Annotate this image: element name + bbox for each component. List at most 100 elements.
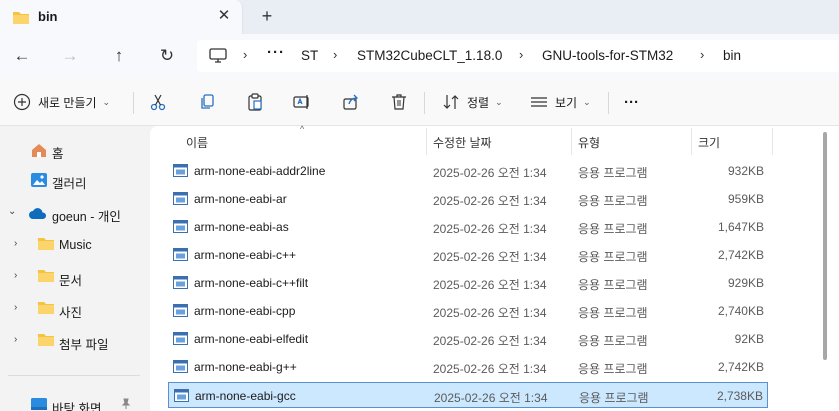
rename-button[interactable]: [292, 92, 312, 112]
sidebar-item-documents[interactable]: › 문서: [0, 264, 148, 290]
sidebar-item-label: 사진: [59, 306, 83, 320]
gallery-icon: [30, 171, 48, 192]
sidebar-item-label: 첨부 파일: [59, 338, 109, 352]
sidebar-item-gallery[interactable]: 갤러리: [0, 167, 148, 193]
table-row-selected[interactable]: arm-none-eabi-gcc 2025-02-26 오전 1:34 응용 …: [168, 382, 768, 408]
file-size: 929KB: [727, 276, 764, 290]
sort-label: 정렬: [467, 95, 490, 110]
column-divider[interactable]: [772, 128, 773, 155]
new-button[interactable]: 새로 만들기 ⌄: [12, 92, 110, 112]
share-button[interactable]: [341, 92, 361, 112]
file-list-pane: ^ 이름 수정한 날짜 유형 크기 arm-none-eabi-addr2lin…: [150, 124, 839, 411]
column-divider[interactable]: [571, 128, 572, 155]
copy-button[interactable]: [197, 92, 217, 112]
file-size: 92KB: [734, 332, 764, 346]
sidebar-item-music[interactable]: › Music: [0, 232, 148, 258]
table-row[interactable]: arm-none-eabi-c++ 2025-02-26 오전 1:34 응용 …: [168, 242, 768, 268]
column-header-name[interactable]: 이름: [186, 134, 208, 151]
table-row[interactable]: arm-none-eabi-addr2line 2025-02-26 오전 1:…: [168, 158, 768, 184]
clipboard-icon: [245, 92, 265, 112]
cloud-icon: [28, 206, 48, 223]
sort-button[interactable]: 정렬 ⌄: [441, 92, 503, 112]
chevron-down-icon: ⌄: [583, 96, 591, 107]
file-size: 959KB: [727, 192, 764, 206]
forward-icon[interactable]: →: [58, 44, 82, 68]
breadcrumb-gnu-tools[interactable]: GNU-tools-for-STM32: [542, 48, 673, 63]
file-name: arm-none-eabi-gcc: [195, 389, 296, 403]
tab-strip: bin ✕ +: [0, 0, 839, 34]
file-type: 응용 프로그램: [578, 362, 648, 376]
table-row[interactable]: arm-none-eabi-ar 2025-02-26 오전 1:34 응용 프…: [168, 186, 768, 212]
table-row[interactable]: arm-none-eabi-as 2025-02-26 오전 1:34 응용 프…: [168, 214, 768, 240]
pin-icon: [120, 398, 132, 411]
cut-button[interactable]: [148, 92, 168, 112]
sidebar-item-attachments[interactable]: › 첨부 파일: [0, 328, 148, 354]
sidebar-item-home[interactable]: 홈: [0, 137, 148, 163]
rename-icon: [292, 92, 312, 112]
folder-icon: [12, 10, 30, 28]
refresh-icon[interactable]: ↻: [155, 44, 179, 68]
paste-button[interactable]: [245, 92, 265, 112]
chevron-right-icon[interactable]: ›: [14, 238, 17, 249]
file-date: 2025-02-26 오전 1:34: [433, 362, 547, 376]
chevron-right-icon[interactable]: ›: [14, 334, 17, 345]
breadcrumb-separator: ›: [243, 47, 248, 62]
table-row[interactable]: arm-none-eabi-cpp 2025-02-26 오전 1:34 응용 …: [168, 298, 768, 324]
sidebar-item-pictures[interactable]: › 사진: [0, 296, 148, 322]
application-icon: [173, 304, 188, 320]
application-icon: [173, 220, 188, 236]
breadcrumb-st[interactable]: ST: [301, 48, 318, 63]
file-date: 2025-02-26 오전 1:34: [433, 334, 547, 348]
column-divider[interactable]: [691, 128, 692, 155]
application-icon: [173, 276, 188, 292]
up-icon[interactable]: ↑: [107, 44, 131, 68]
chevron-right-icon[interactable]: ›: [14, 302, 17, 313]
sidebar-item-label: 바탕 화면: [52, 402, 102, 411]
sidebar-item-onedrive[interactable]: ⌄ goeun - 개인: [0, 200, 148, 226]
application-icon: [173, 192, 188, 208]
folder-icon: [37, 268, 55, 286]
divider: [133, 92, 134, 114]
breadcrumb-overflow[interactable]: ···: [267, 44, 285, 61]
share-icon: [341, 92, 361, 112]
computer-icon: [209, 48, 227, 67]
folder-icon: [37, 332, 55, 350]
close-tab-icon[interactable]: ✕: [215, 7, 233, 25]
file-date: 2025-02-26 오전 1:34: [434, 391, 548, 405]
file-date: 2025-02-26 오전 1:34: [433, 278, 547, 292]
tab-bin[interactable]: bin ✕: [0, 0, 243, 34]
column-divider[interactable]: [426, 128, 427, 155]
folder-icon: [37, 236, 55, 254]
file-date: 2025-02-26 오전 1:34: [433, 166, 547, 180]
breadcrumb-separator: ›: [333, 47, 338, 62]
address-bar[interactable]: › ··· ST › STM32CubeCLT_1.18.0 › GNU-too…: [197, 40, 839, 72]
breadcrumb-separator: ›: [700, 47, 705, 62]
chevron-down-icon[interactable]: ⌄: [8, 206, 16, 217]
file-size: 2,742KB: [717, 248, 764, 262]
table-row[interactable]: arm-none-eabi-g++ 2025-02-26 오전 1:34 응용 …: [168, 354, 768, 380]
sidebar-divider: [8, 375, 140, 376]
column-header-type[interactable]: 유형: [578, 134, 600, 151]
column-header-date[interactable]: 수정한 날짜: [433, 134, 492, 151]
breadcrumb-stm32cubeclt[interactable]: STM32CubeCLT_1.18.0: [357, 48, 502, 63]
file-type: 응용 프로그램: [579, 391, 649, 405]
back-icon[interactable]: ←: [10, 44, 34, 68]
more-options-button[interactable]: ···: [624, 92, 639, 112]
vertical-scrollbar[interactable]: [823, 132, 827, 360]
column-header-size[interactable]: 크기: [698, 134, 720, 151]
file-name: arm-none-eabi-elfedit: [194, 332, 309, 346]
file-name: arm-none-eabi-cpp: [194, 304, 296, 318]
breadcrumb-bin[interactable]: bin: [723, 48, 741, 63]
delete-button[interactable]: [389, 92, 409, 112]
navigation-bar: ← → ↑ ↻ › ··· ST › STM32CubeCLT_1.18.0 ›…: [0, 34, 839, 78]
desktop-icon: [30, 397, 48, 411]
table-row[interactable]: arm-none-eabi-c++filt 2025-02-26 오전 1:34…: [168, 270, 768, 296]
view-button[interactable]: 보기 ⌄: [529, 92, 591, 112]
new-tab-icon[interactable]: +: [256, 5, 278, 27]
application-icon: [173, 332, 188, 348]
breadcrumb-separator: ›: [519, 47, 524, 62]
chevron-right-icon[interactable]: ›: [14, 270, 17, 281]
view-list-icon: [529, 92, 549, 112]
table-row[interactable]: arm-none-eabi-elfedit 2025-02-26 오전 1:34…: [168, 326, 768, 352]
file-date: 2025-02-26 오전 1:34: [433, 222, 547, 236]
